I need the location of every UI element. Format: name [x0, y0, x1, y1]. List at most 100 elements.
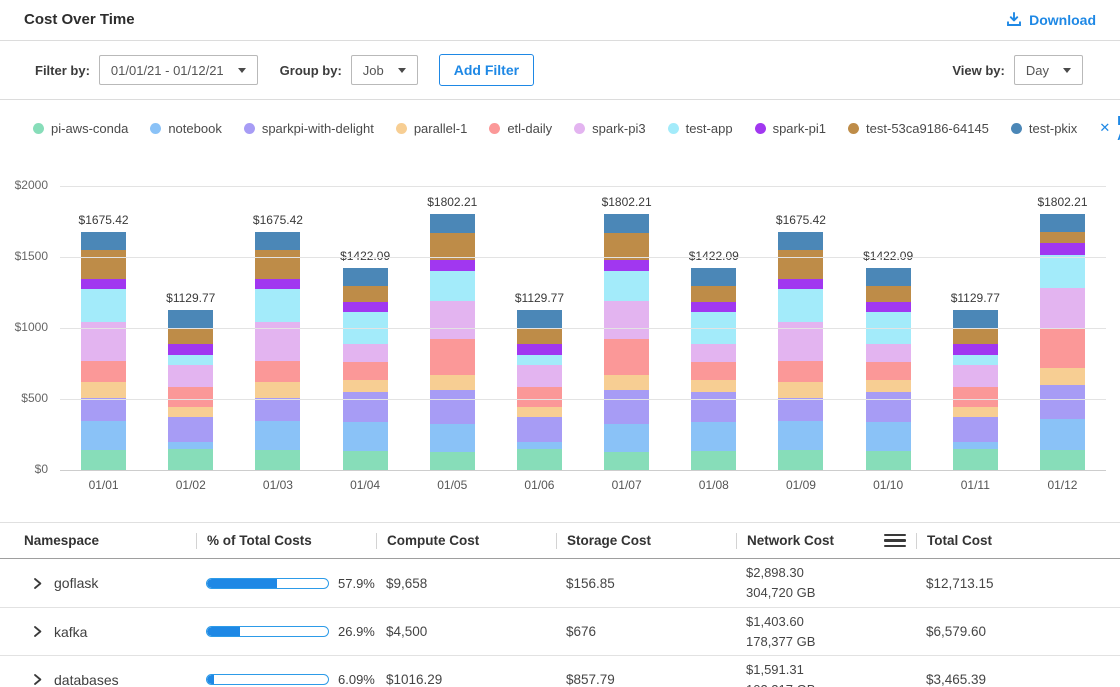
deselect-all-button[interactable]: ✕ Deselect All: [1099, 113, 1120, 143]
bar-segment-pi-aws-conda: [604, 452, 649, 470]
percent-cell: 57.9%: [196, 559, 376, 607]
legend-item-test-53ca9186-64145[interactable]: test-53ca9186-64145: [848, 121, 989, 136]
legend-item-notebook[interactable]: notebook: [150, 121, 222, 136]
bar-segment-test-53ca9186-64145: [81, 250, 126, 279]
namespace-name: databases: [54, 672, 119, 687]
bar-segment-sparkpi-with-delight: [866, 392, 911, 422]
bar-stack: [1040, 214, 1085, 470]
view-by-label: View by:: [952, 63, 1005, 78]
compute-cost-value: $4,500: [386, 624, 427, 639]
legend-swatch-icon: [755, 123, 766, 134]
expand-chevron-icon[interactable]: [32, 625, 43, 638]
bar-stack: [953, 310, 998, 470]
legend-item-test-app[interactable]: test-app: [668, 121, 733, 136]
bar-segment-test-pkix: [691, 268, 736, 286]
bar-segment-parallel-1: [255, 382, 300, 398]
bar-segment-parallel-1: [778, 382, 823, 398]
bar-segment-notebook: [81, 421, 126, 451]
bar-segment-sparkpi-with-delight: [953, 417, 998, 442]
table-body: goflask57.9%$9,658$156.85$2,898.30304,72…: [0, 559, 1120, 687]
bar-segment-test-53ca9186-64145: [604, 233, 649, 260]
bar-segment-etl-daily: [866, 362, 911, 380]
legend-item-parallel-1[interactable]: parallel-1: [396, 121, 467, 136]
bar-segment-test-pkix: [953, 310, 998, 329]
chevron-down-icon: [238, 68, 246, 73]
bar-segment-spark-pi3: [430, 301, 475, 339]
bar-segment-parallel-1: [81, 382, 126, 398]
storage-cost-cell: $676: [556, 608, 736, 655]
close-icon: ✕: [1099, 120, 1110, 136]
bar-segment-sparkpi-with-delight: [604, 390, 649, 423]
legend-swatch-icon: [396, 123, 407, 134]
bar-stack: [517, 310, 562, 470]
bar-stack: [778, 232, 823, 470]
bar-segment-test-app: [1040, 255, 1085, 288]
namespace-cell: databases: [24, 656, 196, 687]
gridline: [60, 186, 1106, 187]
legend-label: spark-pi1: [773, 121, 826, 136]
progress-fill: [207, 579, 277, 588]
network-cost-value: $1,591.31: [746, 660, 804, 680]
plot-area: $1675.42$1129.77$1675.42$1422.09$1802.21…: [60, 186, 1106, 470]
download-button[interactable]: Download: [1006, 12, 1096, 28]
table-row: kafka26.9%$4,500$676$1,403.60178,377 GB$…: [0, 607, 1120, 655]
namespace-name: kafka: [54, 624, 87, 640]
bar-segment-etl-daily: [255, 361, 300, 382]
x-axis: 01/0101/0201/0301/0401/0501/0601/0701/08…: [60, 478, 1106, 492]
column-divider: [196, 533, 197, 549]
table-row: goflask57.9%$9,658$156.85$2,898.30304,72…: [0, 559, 1120, 607]
gridline: [60, 328, 1106, 329]
legend-label: parallel-1: [414, 121, 467, 136]
bar-segment-spark-pi3: [517, 365, 562, 387]
add-filter-button[interactable]: Add Filter: [439, 54, 534, 86]
legend-item-test-pkix[interactable]: test-pkix: [1011, 121, 1077, 136]
total-cost-cell: $3,465.39: [916, 656, 1096, 687]
legend-swatch-icon: [574, 123, 585, 134]
total-cost-cell: $12,713.15: [916, 559, 1096, 607]
group-by-dropdown[interactable]: Job: [351, 55, 418, 85]
storage-cost-value: $676: [566, 624, 596, 639]
column-divider: [376, 533, 377, 549]
filter-bar: Filter by: 01/01/21 - 01/12/21 Group by:…: [0, 41, 1120, 100]
percent-value: 57.9%: [338, 576, 375, 591]
bar-segment-notebook: [866, 422, 911, 451]
legend-label: spark-pi3: [592, 121, 645, 136]
bar-segment-spark-pi3: [866, 344, 911, 362]
bar-segment-test-pkix: [255, 232, 300, 250]
legend-swatch-icon: [33, 123, 44, 134]
legend-item-pi-aws-conda[interactable]: pi-aws-conda: [33, 121, 128, 136]
x-axis-label: 01/05: [409, 478, 496, 492]
column-divider: [916, 533, 917, 549]
legend-item-spark-pi1[interactable]: spark-pi1: [755, 121, 826, 136]
legend-item-spark-pi3[interactable]: spark-pi3: [574, 121, 645, 136]
legend-swatch-icon: [1011, 123, 1022, 134]
percent-cell: 6.09%: [196, 656, 376, 687]
bar-segment-test-53ca9186-64145: [953, 329, 998, 344]
gridline: [60, 399, 1106, 400]
column-header-network-cost: Network Cost: [736, 523, 916, 558]
bar-segment-spark-pi1: [168, 344, 213, 355]
bar-total-label: $1129.77: [951, 291, 1000, 305]
expand-chevron-icon[interactable]: [32, 577, 43, 590]
page-title: Cost Over Time: [24, 11, 135, 28]
legend-item-etl-daily[interactable]: etl-daily: [489, 121, 552, 136]
column-divider: [556, 533, 557, 549]
expand-chevron-icon[interactable]: [32, 673, 43, 686]
y-axis-tick-label: $1500: [0, 249, 48, 263]
bar-segment-notebook: [517, 442, 562, 449]
legend-label: test-app: [686, 121, 733, 136]
bar-segment-sparkpi-with-delight: [430, 390, 475, 423]
column-header-total-cost: Total Cost: [916, 523, 1096, 558]
date-range-dropdown[interactable]: 01/01/21 - 01/12/21: [99, 55, 258, 85]
column-settings-icon[interactable]: [884, 534, 906, 548]
bar-segment-sparkpi-with-delight: [81, 398, 126, 421]
bar-segment-spark-pi1: [430, 260, 475, 271]
view-by-dropdown[interactable]: Day: [1014, 55, 1083, 85]
download-label: Download: [1029, 12, 1096, 28]
network-cost-cell: $1,403.60178,377 GB: [736, 608, 916, 655]
bar-segment-spark-pi1: [604, 260, 649, 271]
legend-item-sparkpi-with-delight[interactable]: sparkpi-with-delight: [244, 121, 374, 136]
bar-segment-pi-aws-conda: [343, 451, 388, 470]
storage-cost-value: $857.79: [566, 672, 615, 687]
bar-stack: [255, 232, 300, 470]
